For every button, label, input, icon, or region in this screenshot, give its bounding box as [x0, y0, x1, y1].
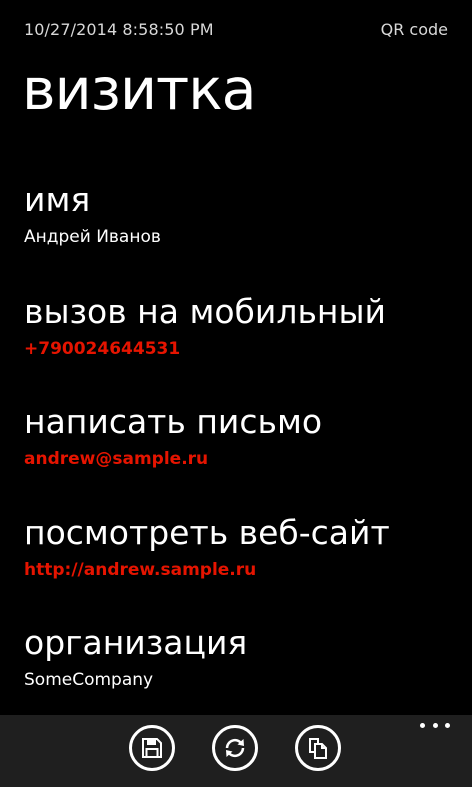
name-value: Андрей Иванов: [24, 227, 161, 247]
send-email-label[interactable]: написать письмо: [24, 402, 472, 442]
more-options-button[interactable]: [420, 723, 450, 739]
ellipsis-icon: [432, 723, 438, 728]
app-bar: [0, 715, 472, 787]
sync-icon: [225, 738, 245, 758]
send-email-section[interactable]: написать письмо andrew@sample.ru: [24, 402, 472, 470]
website-link[interactable]: http://andrew.sample.ru: [24, 559, 472, 581]
view-website-label[interactable]: посмотреть веб-сайт: [24, 513, 472, 553]
save-icon: [142, 738, 162, 758]
view-website-section[interactable]: посмотреть веб-сайт http://andrew.sample…: [24, 513, 472, 581]
ellipsis-icon: [445, 723, 450, 728]
organization-value: SomeCompany: [24, 670, 154, 690]
name-label: имя: [24, 180, 91, 219]
name-section: имя Андрей Иванов: [24, 180, 472, 248]
qr-code-link[interactable]: QR code: [381, 20, 448, 39]
ellipsis-icon: [420, 723, 425, 728]
save-button[interactable]: [129, 725, 175, 771]
sync-button[interactable]: [212, 725, 258, 771]
phone-number-link[interactable]: +790024644531: [24, 338, 472, 360]
copy-icon: [309, 738, 327, 759]
business-card-screen: 10/27/2014 8:58:50 PM QR code визитка им…: [0, 0, 472, 787]
email-link[interactable]: andrew@sample.ru: [24, 448, 472, 470]
organization-label: организация: [24, 623, 248, 662]
call-mobile-section[interactable]: вызов на мобильный +790024644531: [24, 292, 472, 360]
datetime-label: 10/27/2014 8:58:50 PM: [24, 20, 214, 39]
call-mobile-label[interactable]: вызов на мобильный: [24, 292, 472, 332]
page-title: визитка: [22, 57, 257, 123]
organization-section: организация SomeCompany: [24, 623, 472, 691]
copy-button[interactable]: [295, 725, 341, 771]
